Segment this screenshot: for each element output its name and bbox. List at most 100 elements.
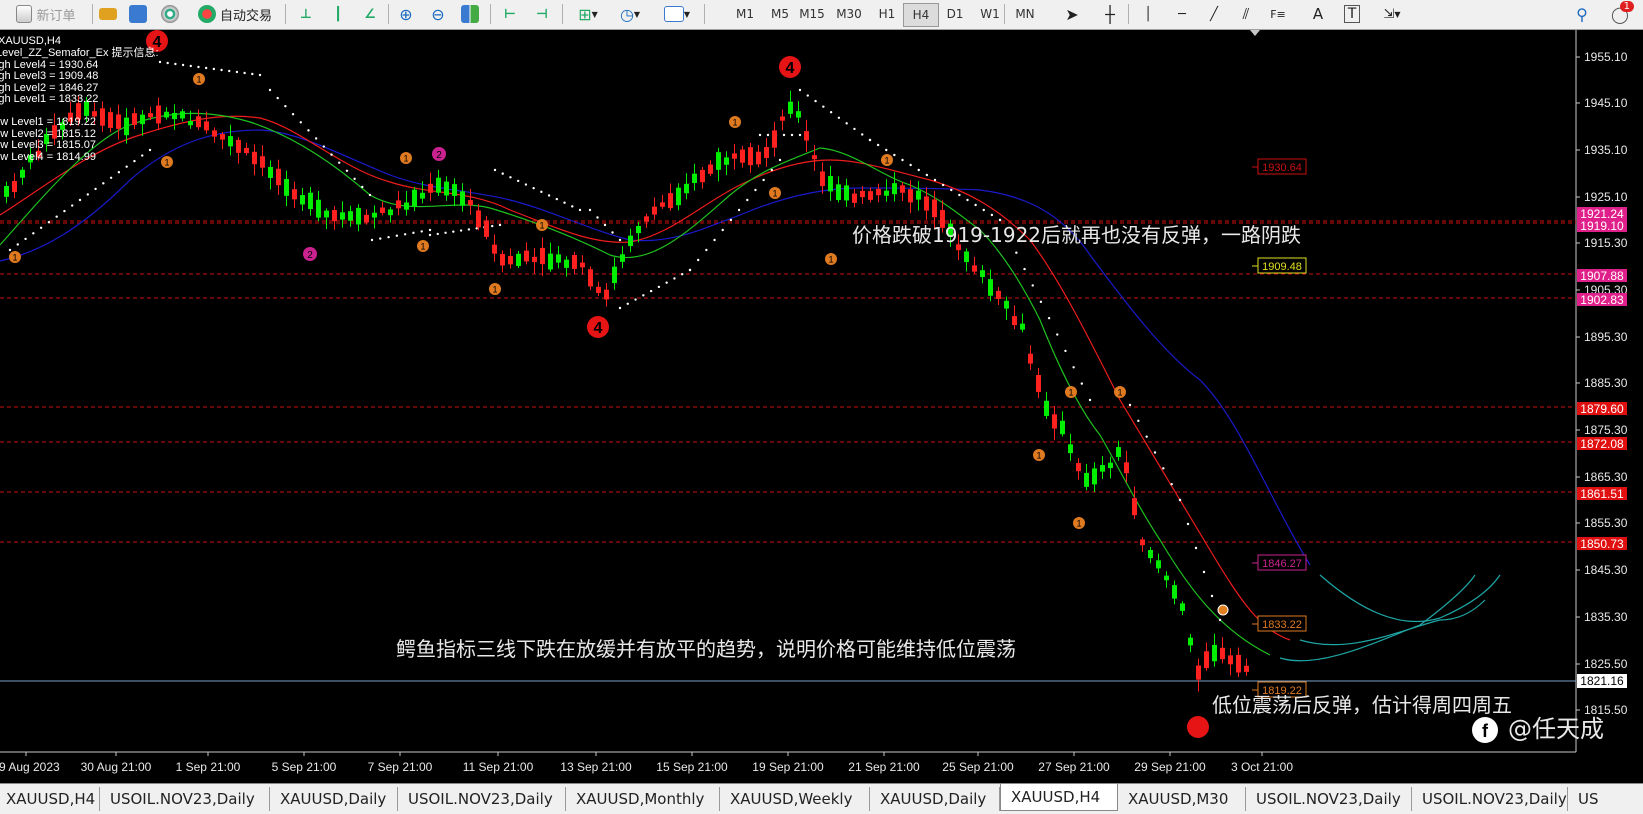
sar-dot xyxy=(925,173,929,177)
price-tag: 1861.51 xyxy=(1577,487,1627,501)
tile-windows-icon[interactable] xyxy=(458,3,482,25)
sar-dot xyxy=(268,88,272,92)
gold-icon[interactable] xyxy=(96,3,120,25)
chart-tab[interactable]: USOIL.NOV23,Daily xyxy=(100,787,270,811)
sar-dot xyxy=(148,148,152,152)
sar-dot xyxy=(1072,366,1075,369)
chart-tab[interactable]: XAUUSD,Daily xyxy=(870,787,1000,811)
sar-dot xyxy=(24,237,27,241)
sar-dot xyxy=(837,116,841,119)
sar-dot xyxy=(428,233,432,237)
timeframe-m30-button[interactable]: M30 xyxy=(832,3,866,25)
svg-text:2: 2 xyxy=(307,250,313,261)
text-icon[interactable]: A xyxy=(1306,3,1330,25)
svg-text:1: 1 xyxy=(492,285,497,295)
timeframe-m1-button[interactable]: M1 xyxy=(728,3,762,25)
current-price-tag: 1821.16 xyxy=(1577,674,1627,688)
timeframe-h1-button[interactable]: H1 xyxy=(870,3,904,25)
chart-tab[interactable]: XAUUSD,H4 xyxy=(1000,784,1118,811)
zoom-out-icon[interactable]: ⊖ xyxy=(426,3,450,25)
price-tag: 1919.10 xyxy=(1577,219,1627,233)
fibonacci-icon[interactable]: F≡ xyxy=(1266,3,1290,25)
sar-dot xyxy=(379,237,382,240)
sar-dot xyxy=(475,227,478,230)
sar-dot xyxy=(958,193,961,197)
notification-badge: 1 xyxy=(1619,1,1634,12)
horizontal-line-icon[interactable]: ─ xyxy=(1170,3,1194,25)
arrows-dropdown[interactable]: ⇲ ▼ xyxy=(1374,3,1410,25)
chart-tab[interactable]: XAUUSD,H4 xyxy=(0,787,100,811)
auto-trade-button[interactable]: 自动交易 xyxy=(190,3,280,25)
zoom-in-icon[interactable]: ⊕ xyxy=(394,3,418,25)
news-icon[interactable] xyxy=(126,3,150,25)
y-tick-label: 1855.30 xyxy=(1584,516,1628,530)
sar-dot xyxy=(798,133,802,137)
sar-dot xyxy=(770,168,774,172)
price-tag: 1872.08 xyxy=(1577,437,1627,451)
timeframe-d1-button[interactable]: D1 xyxy=(938,3,972,25)
sar-dot xyxy=(94,187,97,191)
chart-tab[interactable]: US xyxy=(1568,787,1643,811)
semafor-1-marker: 1 xyxy=(729,116,741,128)
y-tick-label: 1825.50 xyxy=(1584,657,1628,671)
sar-dot xyxy=(436,232,439,236)
indicator-line: High Level1 = 1833.22 xyxy=(0,93,98,105)
price-chart[interactable]: 4 4 4 2 2 111 1111111111 11 XAUUSD,H4 Leve… xyxy=(0,30,1643,783)
chart-shift-icon[interactable]: ⊢ xyxy=(498,3,522,25)
sar-dot xyxy=(909,163,912,167)
sar-dot xyxy=(933,178,937,182)
svg-text:1907.88: 1907.88 xyxy=(1580,269,1624,283)
chart-tab[interactable]: XAUUSD,Monthly xyxy=(566,787,720,811)
sar-dot xyxy=(412,231,415,235)
sar-dot xyxy=(540,190,543,194)
timeframe-h4-button[interactable]: H4 xyxy=(903,3,939,27)
bar-chart-icon[interactable]: ⊥ xyxy=(294,3,318,25)
x-tick-label: 21 Sep 21:00 xyxy=(848,760,920,774)
indicators-dropdown[interactable]: ⊞ ▼ xyxy=(570,3,606,25)
chart-tab[interactable]: XAUUSD,Daily xyxy=(270,787,398,811)
sar-dot xyxy=(990,213,994,217)
new-order-button[interactable]: 新订单 xyxy=(4,3,88,25)
sar-dot xyxy=(618,306,622,310)
toolbar-divider xyxy=(704,4,705,24)
chart-tab[interactable]: XAUUSD,M30 xyxy=(1118,787,1246,811)
facebook-icon: f xyxy=(1482,721,1489,741)
vertical-line-icon[interactable]: │ xyxy=(1136,3,1160,25)
autoscroll-icon[interactable]: ⊣ xyxy=(530,3,554,25)
svg-text:@任天成: @任天成 xyxy=(1508,715,1604,743)
svg-text:1: 1 xyxy=(1117,388,1122,398)
channel-icon[interactable]: ⫽ xyxy=(1234,3,1258,25)
line-chart-icon[interactable]: ∠ xyxy=(358,3,382,25)
sar-dot xyxy=(868,138,872,142)
chart-tab[interactable]: XAUUSD,Weekly xyxy=(720,787,870,811)
x-tick-label: 25 Sep 21:00 xyxy=(942,760,1014,774)
svg-text:1909.48: 1909.48 xyxy=(1262,261,1302,273)
sar-dot xyxy=(806,94,809,97)
toolbar-divider xyxy=(285,4,286,24)
candlestick-icon[interactable]: ┃ xyxy=(326,3,350,25)
timeframe-mn-button[interactable]: MN xyxy=(1008,3,1042,25)
templates-dropdown[interactable]: ▼ xyxy=(656,3,698,25)
signal-icon[interactable] xyxy=(158,3,182,25)
svg-text:4: 4 xyxy=(594,320,603,337)
cursor-icon[interactable]: ➤ xyxy=(1060,3,1084,25)
sar-dot xyxy=(78,198,82,202)
periods-dropdown[interactable]: ◷ ▼ xyxy=(612,3,648,25)
sar-dot xyxy=(361,185,364,189)
chart-tab[interactable]: USOIL.NOV23,Daily xyxy=(1246,787,1412,811)
trendline-icon[interactable]: ╱ xyxy=(1202,3,1226,25)
chart-tab[interactable]: USOIL.NOV23,Daily xyxy=(1412,787,1568,811)
timeframe-w1-button[interactable]: W1 xyxy=(973,3,1007,25)
x-tick-label: 29 Sep 21:00 xyxy=(1134,760,1206,774)
sar-dot xyxy=(998,218,1002,222)
text-label-icon[interactable]: T xyxy=(1340,3,1364,25)
timeframe-m15-button[interactable]: M15 xyxy=(795,3,829,25)
timeframe-m5-button[interactable]: M5 xyxy=(763,3,797,25)
crosshair-icon[interactable]: ┼ xyxy=(1098,3,1122,25)
svg-text:1: 1 xyxy=(732,118,737,128)
semafor-1-marker: 1 xyxy=(1065,386,1077,398)
chart-tab[interactable]: USOIL.NOV23,Daily xyxy=(398,787,566,811)
search-icon[interactable]: ⚲ xyxy=(1570,3,1594,25)
sar-dot xyxy=(1064,349,1067,353)
notifications-button[interactable]: ◯ 1 xyxy=(1602,1,1638,25)
